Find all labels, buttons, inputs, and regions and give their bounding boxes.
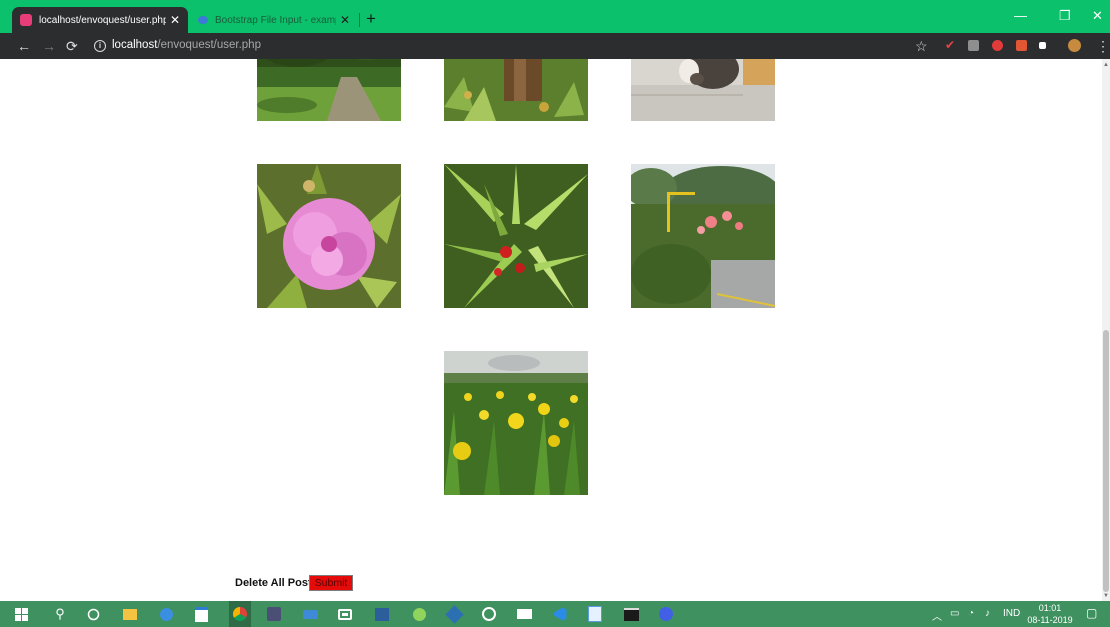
app-grid-icon[interactable] [374,606,390,622]
tab-divider [359,13,360,27]
tab-user-php[interactable]: localhost/envoquest/user.php ✕ [12,7,188,33]
windows-taskbar: ⚲ ︿ ▭ ◔ ♪ IND ▢ [0,601,1110,627]
notepad-icon[interactable] [587,606,603,622]
app-blue-icon[interactable] [302,606,318,622]
clock-time: 01:01 [1038,603,1062,613]
whatsapp-icon[interactable] [481,606,497,622]
bookmark-star-icon[interactable]: ☆ [915,38,928,55]
language-indicator[interactable]: IND [1003,608,1020,619]
windows-start-icon[interactable] [13,606,29,622]
tab-title: Bootstrap File Input - examples [215,14,336,26]
taskbar-clock[interactable]: 01:01 08-11-2019 [1024,602,1076,626]
vscode-icon[interactable] [552,606,568,622]
minimize-icon[interactable]: — [1014,8,1027,23]
site-info-icon[interactable]: i [94,40,106,52]
close-tab-icon[interactable]: ✕ [340,13,350,27]
photo-garden-path[interactable] [257,59,401,121]
photo-yellow-flowers[interactable] [444,351,588,495]
close-tab-icon[interactable]: ✕ [170,13,180,27]
clock-date: 08-11-2019 [1027,615,1073,625]
camera-icon[interactable] [337,606,353,622]
app-w-circle-icon[interactable] [658,606,674,622]
extension-e-icon[interactable] [968,40,979,51]
extension-adblock-icon[interactable] [992,40,1003,51]
extension-check-icon[interactable]: ✔ [945,38,956,52]
scroll-down-arrow-icon[interactable]: ▼ [1103,593,1109,599]
new-tab-button[interactable]: + [366,9,376,29]
browser-toolbar: ← → ⟳ i localhost/envoquest/user.php ☆ ✔… [0,33,1110,59]
file-explorer-icon[interactable] [122,606,138,622]
extension-ublock-icon[interactable] [1016,40,1027,51]
tab-bootstrap-file-input[interactable]: Bootstrap File Input - examples ✕ [190,7,358,33]
tray-chevron-icon[interactable]: ︿ [932,608,942,623]
forward-arrow-icon[interactable]: → [42,38,56,54]
photo-tree-trunk[interactable] [444,59,588,121]
search-icon[interactable]: ⚲ [52,606,68,622]
delete-all-post-label: Delete All Post [235,577,312,589]
profile-avatar-icon[interactable] [1068,39,1081,52]
submit-button[interactable]: Submit [309,575,353,591]
bootstrap-favicon-icon [198,16,208,24]
mail-icon[interactable] [516,606,532,622]
page-content: Delete All Post Submit [0,59,1102,601]
store-icon[interactable] [193,606,209,622]
photo-pink-flower[interactable] [257,164,401,308]
back-arrow-icon[interactable]: ← [17,38,31,54]
wifi-icon[interactable]: ◔ [968,608,974,619]
scrollbar-thumb[interactable] [1103,330,1109,592]
volume-icon[interactable]: ♪ [985,608,990,619]
browser-tab-strip: localhost/envoquest/user.php ✕ Bootstrap… [0,0,1110,33]
menu-kebab-icon[interactable]: ⋮ [1096,38,1110,55]
maximize-icon[interactable]: ❐ [1059,8,1071,24]
tab-title: localhost/envoquest/user.php [39,14,166,26]
network-card-icon[interactable]: ▭ [950,608,959,619]
terminal-icon[interactable] [623,606,639,622]
edge-icon[interactable] [158,606,174,622]
chrome-icon[interactable] [229,601,251,627]
virtualbox-icon[interactable] [444,604,464,624]
extension-square-icon[interactable] [1039,42,1046,49]
app-w-icon[interactable] [266,606,282,622]
notifications-icon[interactable]: ▢ [1086,606,1097,620]
address-bar[interactable]: localhost/envoquest/user.php [112,39,261,51]
photo-roadside-garden[interactable] [631,164,775,308]
url-path: /envoquest/user.php [157,39,261,51]
reload-icon[interactable]: ⟳ [66,38,78,55]
scroll-up-arrow-icon[interactable]: ▲ [1103,62,1109,68]
site-favicon-icon [20,14,32,26]
photo-succulent-leaves[interactable] [444,164,588,308]
url-host: localhost [112,39,158,51]
android-studio-icon[interactable] [411,606,427,622]
photo-cat-pavement[interactable] [631,59,775,121]
cortana-icon[interactable] [85,606,101,622]
window-close-icon[interactable]: ✕ [1092,8,1103,24]
